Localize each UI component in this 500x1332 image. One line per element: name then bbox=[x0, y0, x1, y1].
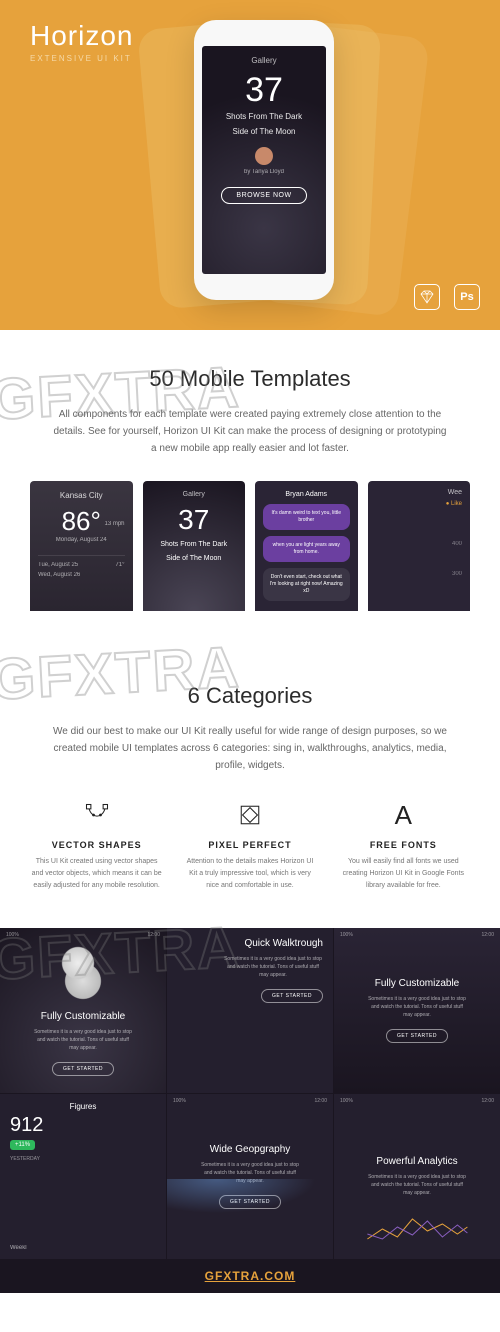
dark-showcase-grid: 100%12:00 Fully Customizable Sometimes i… bbox=[0, 928, 500, 1259]
get-started-button[interactable]: GET STARTED bbox=[386, 1029, 448, 1043]
gallery-number: 37 bbox=[151, 504, 238, 536]
phone-mockup: Gallery 37 Shots From The Dark Side of T… bbox=[194, 20, 334, 300]
feature-fonts: A FREE FONTS You will easily find all fo… bbox=[337, 800, 470, 892]
forecast-row: Tue, August 25 71° bbox=[38, 562, 125, 568]
status-bar: 100%12:00 bbox=[6, 932, 160, 938]
card-title: Fully Customizable bbox=[375, 978, 459, 989]
templates-section: 50 Mobile Templates All components for e… bbox=[0, 330, 500, 647]
feature-body: You will easily find all fonts we used c… bbox=[337, 856, 470, 892]
figures-yesterday: YESTERDAY bbox=[10, 1156, 40, 1162]
sketch-icon bbox=[414, 284, 440, 310]
chat-name: Bryan Adams bbox=[263, 491, 350, 498]
get-started-button[interactable]: GET STARTED bbox=[52, 1062, 114, 1076]
card-analytics: 100%12:00 Powerful Analytics Sometimes i… bbox=[334, 1094, 500, 1259]
card-walkthrough-top: Quick Walktrough Sometimes it is a very … bbox=[167, 928, 333, 1093]
weather-city: Kansas City bbox=[38, 491, 125, 500]
card-title: Powerful Analytics bbox=[376, 1156, 457, 1167]
astronaut-image bbox=[58, 945, 108, 1005]
week-label: Wee bbox=[448, 489, 462, 496]
card-geography: 100%12:00 Wide Geopgraphy Sometimes it i… bbox=[167, 1094, 333, 1259]
card-body: Sometimes it is a very good idea just to… bbox=[367, 1173, 467, 1197]
screen-caption-1: Shots From The Dark bbox=[226, 111, 302, 122]
thumbnail-weather: Kansas City 86° Monday, August 24 13 mph… bbox=[30, 481, 133, 611]
pixel-icon bbox=[235, 800, 265, 830]
divider bbox=[38, 555, 125, 556]
section-body: We did our best to make our UI Kit reall… bbox=[50, 723, 450, 774]
hero-section: Horizon EXTENSIVE UI KIT Gallery 37 Shot… bbox=[0, 0, 500, 330]
card-title: Fully Customizable bbox=[41, 1011, 125, 1022]
get-started-button[interactable]: GET STARTED bbox=[261, 989, 323, 1003]
phone-screen: Gallery 37 Shots From The Dark Side of T… bbox=[202, 46, 326, 274]
forecast-row: Wed, August 26 bbox=[38, 572, 125, 578]
status-bar: 100%12:00 bbox=[340, 932, 494, 938]
section-body: All components for each template were cr… bbox=[50, 406, 450, 457]
card-title: Wide Geopgraphy bbox=[210, 1144, 291, 1155]
template-thumbnails: Kansas City 86° Monday, August 24 13 mph… bbox=[30, 481, 470, 611]
categories-section: 6 Categories We did our best to make our… bbox=[0, 647, 500, 928]
card-title: Quick Walktrough bbox=[244, 938, 323, 949]
thumbnail-chat: Bryan Adams It's damn weird to text you,… bbox=[255, 481, 358, 611]
figures-number: 912 bbox=[10, 1114, 43, 1137]
card-body: Sometimes it is a very good idea just to… bbox=[33, 1028, 133, 1052]
feature-body: Attention to the details makes Horizon U… bbox=[183, 856, 316, 892]
chart-sparkline bbox=[351, 1209, 484, 1249]
photoshop-icon: Ps bbox=[454, 284, 480, 310]
font-icon: A bbox=[388, 800, 418, 830]
card-customizable: 100%12:00 Fully Customizable Sometimes i… bbox=[0, 928, 166, 1093]
forecast-temp: 71° bbox=[115, 562, 124, 568]
card-body: Sometimes it is a very good idea just to… bbox=[367, 995, 467, 1019]
card-figures: 912 +11% YESTERDAY Figures Weekl bbox=[0, 1094, 166, 1259]
avatar bbox=[255, 147, 273, 165]
feature-body: This UI Kit created using vector shapes … bbox=[30, 856, 163, 892]
thumbnail-week: Wee ● Like 400 300 bbox=[368, 481, 471, 611]
like-label: ● Like bbox=[446, 501, 462, 507]
gallery-caption: Shots From The Dark bbox=[151, 540, 238, 550]
status-bar: 100%12:00 bbox=[340, 1098, 494, 1104]
tool-icons: Ps bbox=[414, 284, 480, 310]
card-customizable-2: 100%12:00 Fully Customizable Sometimes i… bbox=[334, 928, 500, 1093]
axis-tick: 400 bbox=[452, 541, 462, 547]
weather-wind: 13 mph bbox=[104, 521, 124, 527]
gallery-caption: Side of The Moon bbox=[151, 554, 238, 564]
feature-pixel: PIXEL PERFECT Attention to the details m… bbox=[183, 800, 316, 892]
screen-number: 37 bbox=[245, 73, 283, 107]
card-body: Sometimes it is a very good idea just to… bbox=[223, 955, 323, 979]
phone-frame: Gallery 37 Shots From The Dark Side of T… bbox=[194, 20, 334, 300]
chat-bubble: when you are light years away from home. bbox=[263, 536, 350, 562]
thumbnail-gallery: Gallery 37 Shots From The Dark Side of T… bbox=[143, 481, 246, 611]
feature-vector: VECTOR SHAPES This UI Kit created using … bbox=[30, 800, 163, 892]
screen-byline: by Tanya Lloyd bbox=[244, 169, 284, 175]
section-title: 6 Categories bbox=[30, 683, 470, 709]
earth-image bbox=[167, 1179, 333, 1219]
section-title: 50 Mobile Templates bbox=[30, 366, 470, 392]
chat-bubble: Don't even start, check out what I'm loo… bbox=[263, 568, 350, 601]
browse-button[interactable]: BROWSE NOW bbox=[221, 187, 306, 204]
feature-title: PIXEL PERFECT bbox=[183, 840, 316, 850]
vector-icon bbox=[82, 800, 112, 830]
chat-bubble: It's damn weird to text you, little brot… bbox=[263, 504, 350, 530]
figures-week: Weekl bbox=[10, 1245, 27, 1251]
screen-tab-label: Gallery bbox=[251, 56, 276, 65]
feature-title: FREE FONTS bbox=[337, 840, 470, 850]
status-bar: 100%12:00 bbox=[173, 1098, 327, 1104]
forecast-day: Tue, August 25 bbox=[38, 562, 78, 568]
figures-label: Figures bbox=[70, 1102, 97, 1111]
gallery-tab: Gallery bbox=[151, 491, 238, 498]
axis-tick: 300 bbox=[452, 571, 462, 577]
forecast-day: Wed, August 26 bbox=[38, 572, 80, 578]
features-row: VECTOR SHAPES This UI Kit created using … bbox=[30, 800, 470, 892]
footer-link[interactable]: GFXTRA.COM bbox=[0, 1259, 500, 1293]
weather-date: Monday, August 24 bbox=[38, 537, 125, 543]
feature-title: VECTOR SHAPES bbox=[30, 840, 163, 850]
figures-badge: +11% bbox=[10, 1140, 35, 1150]
screen-caption-2: Side of The Moon bbox=[232, 126, 295, 137]
